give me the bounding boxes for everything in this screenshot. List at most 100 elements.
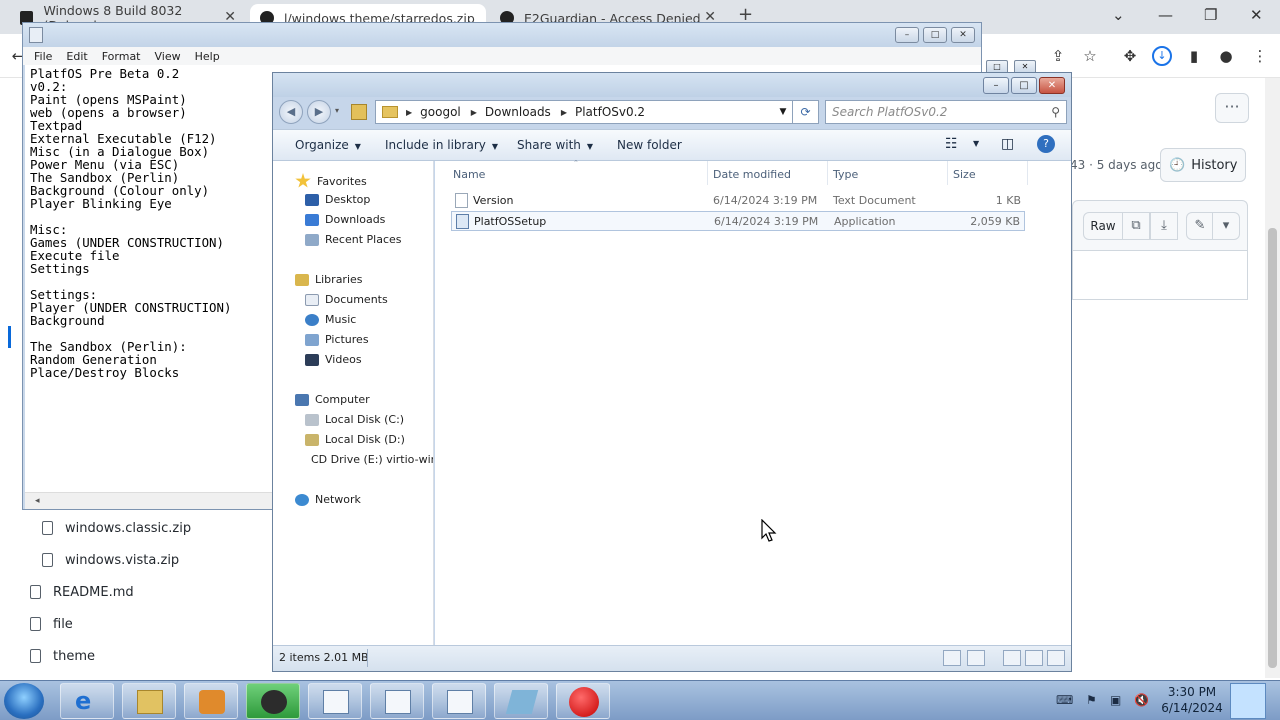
history-button[interactable]: 🕘 History <box>1160 148 1246 182</box>
forward-icon[interactable]: ▶ <box>307 100 331 124</box>
network-tray-icon[interactable]: ▣ <box>1110 693 1121 707</box>
file-row[interactable]: Version 6/14/2024 3:19 PM Text Document … <box>451 191 1025 211</box>
close-icon[interactable]: ✕ <box>1039 77 1065 94</box>
notepad-content[interactable]: PlatfOS Pre Beta 0.2 v0.2: Paint (opens … <box>30 67 231 379</box>
address-bar[interactable]: ▶ googol ▶ Downloads ▶ PlatfOSv0.2 <box>375 100 793 124</box>
show-desktop-button[interactable] <box>1230 683 1266 719</box>
raw-button[interactable]: Raw <box>1083 212 1123 240</box>
new-folder-button[interactable]: New folder <box>617 138 682 152</box>
horizontal-scrollbar[interactable]: ◂ <box>25 492 275 509</box>
maximize-icon[interactable]: □ <box>923 27 947 43</box>
menu-view[interactable]: View <box>148 50 188 63</box>
sidebar-icon[interactable]: ▮ <box>1184 46 1204 66</box>
column-divider[interactable] <box>1027 161 1028 185</box>
chevron-right-icon[interactable]: ▶ <box>406 108 412 117</box>
layout-icon[interactable] <box>1025 650 1043 666</box>
column-divider[interactable] <box>947 161 948 185</box>
repo-file-item[interactable]: README.md <box>30 576 260 608</box>
explorer-titlebar[interactable]: – □ ✕ <box>273 73 1071 97</box>
repo-file-item[interactable]: windows.vista.zip <box>30 544 260 576</box>
taskbar-app-notepad[interactable] <box>308 683 362 719</box>
menu-file[interactable]: File <box>27 50 59 63</box>
search-icon[interactable]: ⚲ <box>1051 101 1060 123</box>
minimize-icon[interactable]: – <box>983 77 1009 94</box>
more-options-button[interactable]: ··· <box>1215 93 1249 123</box>
nav-libraries[interactable]: Libraries <box>295 273 363 286</box>
include-in-library-button[interactable]: Include in library ▼ <box>385 138 498 152</box>
column-name[interactable]: Name <box>453 168 485 181</box>
copy-icon[interactable]: ⧉ <box>1122 212 1150 240</box>
chevron-right-icon[interactable]: ▶ <box>471 108 477 117</box>
start-button[interactable] <box>4 683 44 719</box>
taskbar-app-explorer[interactable] <box>122 683 176 719</box>
nav-downloads[interactable]: Downloads <box>305 213 385 226</box>
nav-cd-drive[interactable]: CD Drive (E:) virtio-win <box>305 453 433 466</box>
view-dropdown-icon[interactable]: ▼ <box>973 139 979 148</box>
thumbnail-view-icon[interactable] <box>967 650 985 666</box>
nav-network[interactable]: Network <box>295 493 361 506</box>
file-row[interactable]: PlatfOSSetup 6/14/2024 3:19 PM Applicati… <box>451 211 1025 231</box>
column-type[interactable]: Type <box>833 168 858 181</box>
breadcrumb-item[interactable]: Downloads <box>485 105 551 119</box>
action-center-flag-icon[interactable]: ⚑ <box>1086 693 1097 707</box>
view-options-icon[interactable]: ☷ <box>945 136 958 152</box>
search-input[interactable]: Search PlatfOSv0.2 ⚲ <box>825 100 1067 124</box>
layout-icon[interactable] <box>1003 650 1021 666</box>
column-divider[interactable] <box>707 161 708 185</box>
address-dropdown-icon[interactable]: ▼ <box>773 100 793 124</box>
nav-favorites[interactable]: Favorites <box>295 173 367 189</box>
nav-music[interactable]: Music <box>305 313 356 326</box>
chevron-right-icon[interactable]: ▶ <box>561 108 567 117</box>
nav-desktop[interactable]: Desktop <box>305 193 370 206</box>
taskbar-app-record[interactable] <box>556 683 610 719</box>
scrollbar-thumb[interactable] <box>1268 228 1277 668</box>
nav-local-disk-d[interactable]: Local Disk (D:) <box>305 433 405 446</box>
menu-edit[interactable]: Edit <box>59 50 94 63</box>
profile-icon[interactable]: ● <box>1216 46 1236 66</box>
breadcrumb-item[interactable]: googol <box>420 105 461 119</box>
download-icon[interactable]: ↓ <box>1152 46 1172 66</box>
layout-icon[interactable] <box>1047 650 1065 666</box>
taskbar-app-browser[interactable] <box>246 683 300 719</box>
bookmark-star-icon[interactable]: ☆ <box>1080 46 1100 66</box>
help-icon[interactable]: ? <box>1037 135 1055 153</box>
back-icon[interactable]: ◀ <box>279 100 303 124</box>
close-icon[interactable]: ✕ <box>1250 6 1263 24</box>
repo-file-item[interactable]: file <box>30 608 260 640</box>
nav-computer[interactable]: Computer <box>295 393 370 406</box>
restore-icon[interactable]: ❐ <box>1204 6 1217 24</box>
keyboard-icon[interactable]: ⌨ <box>1056 693 1073 707</box>
up-folder-icon[interactable] <box>351 104 367 120</box>
tab-search-icon[interactable]: ⌄ <box>1112 6 1125 24</box>
nav-local-disk-c[interactable]: Local Disk (C:) <box>305 413 404 426</box>
nav-documents[interactable]: Documents <box>305 293 388 306</box>
taskbar-app-tool[interactable] <box>494 683 548 719</box>
minimize-icon[interactable]: — <box>1158 6 1173 24</box>
column-date-modified[interactable]: Date modified <box>713 168 791 181</box>
taskbar-app-notepad[interactable] <box>370 683 424 719</box>
close-icon[interactable]: ✕ <box>951 27 975 43</box>
page-scrollbar[interactable] <box>1265 78 1280 678</box>
nav-videos[interactable]: Videos <box>305 353 362 366</box>
taskbar-app-internet-explorer[interactable]: e <box>60 683 114 719</box>
repo-file-item[interactable]: windows.classic.zip <box>30 512 260 544</box>
extensions-icon[interactable]: ✥ <box>1120 46 1140 66</box>
column-size[interactable]: Size <box>953 168 976 181</box>
minimize-icon[interactable]: – <box>895 27 919 43</box>
menu-help[interactable]: Help <box>188 50 227 63</box>
edit-pencil-icon[interactable]: ✎ <box>1186 212 1214 240</box>
share-with-button[interactable]: Share with ▼ <box>517 138 593 152</box>
notepad-titlebar[interactable]: – □ ✕ <box>23 23 981 47</box>
organize-button[interactable]: Organize ▼ <box>295 138 361 152</box>
system-clock[interactable]: 3:30 PM 6/14/2024 <box>1156 684 1228 716</box>
taskbar-app-notepad[interactable] <box>432 683 486 719</box>
repo-file-item[interactable]: theme <box>30 640 260 672</box>
edit-dropdown-icon[interactable]: ▾ <box>1212 212 1240 240</box>
details-view-icon[interactable] <box>943 650 961 666</box>
recent-pages-icon[interactable]: ▾ <box>335 106 339 115</box>
download-file-icon[interactable]: ⤓ <box>1150 212 1178 240</box>
latest-commit-text[interactable]: 43 · 5 days ago <box>1070 158 1163 172</box>
column-divider[interactable] <box>827 161 828 185</box>
preview-pane-icon[interactable]: ◫ <box>1001 136 1014 152</box>
volume-muted-icon[interactable]: 🔇 <box>1134 693 1149 707</box>
